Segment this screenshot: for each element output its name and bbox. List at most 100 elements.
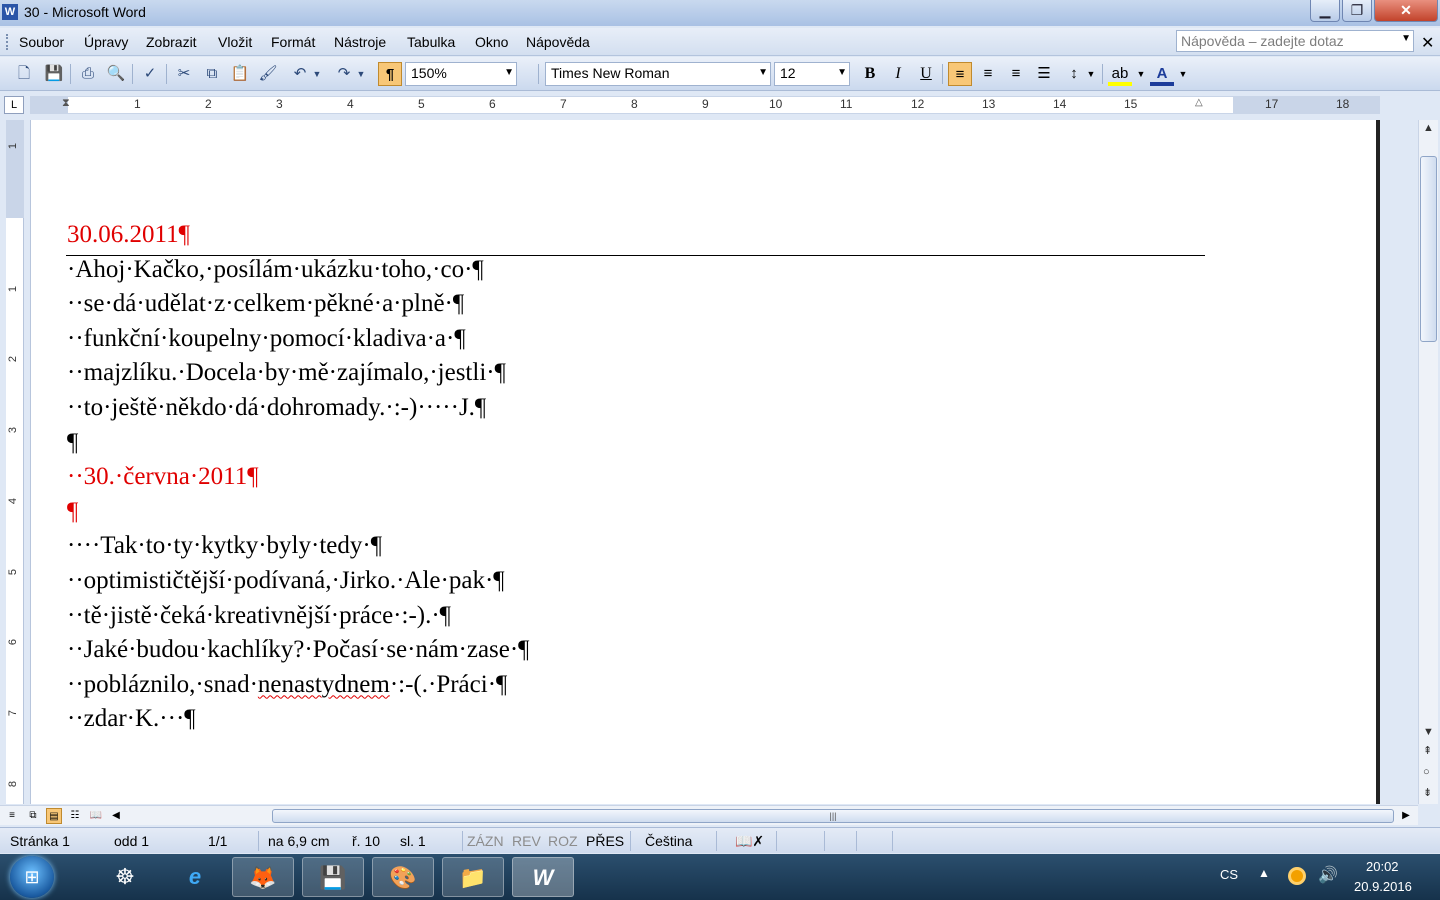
- redo-dropdown-icon[interactable]: ▼: [354, 62, 368, 86]
- text-line[interactable]: ··se·dá·udělat·z·celkem·pěkné·a·plně·¶: [67, 287, 1207, 322]
- new-document-icon[interactable]: 🗋: [12, 62, 36, 86]
- align-right-icon[interactable]: ≡: [1004, 62, 1028, 86]
- italic-button[interactable]: I: [886, 62, 910, 86]
- firefox-icon[interactable]: 🦊: [232, 857, 294, 897]
- copy-icon[interactable]: ⧉: [200, 62, 224, 86]
- highlight-icon[interactable]: ab: [1108, 62, 1132, 86]
- text-line[interactable]: ··majzlíku.·Docela·by·mě·zajímalo,·jestl…: [67, 356, 1207, 391]
- font-color-icon[interactable]: A: [1150, 62, 1174, 86]
- maximize-button[interactable]: ❐: [1342, 0, 1372, 22]
- right-indent-marker[interactable]: △: [1195, 97, 1203, 108]
- chevron-down-icon[interactable]: ▼: [837, 67, 847, 78]
- justify-icon[interactable]: ☰: [1032, 62, 1056, 86]
- web-layout-icon[interactable]: ⧉: [25, 808, 41, 824]
- file-explorer-icon[interactable]: 📁: [442, 857, 504, 897]
- scroll-right-icon[interactable]: ▶: [1398, 808, 1414, 824]
- paint-icon[interactable]: 🎨: [372, 857, 434, 897]
- text-line[interactable]: ·Ahoj·Kačko,·posílám·ukázku·toho,·co·¶: [67, 253, 1207, 288]
- menu-grip-icon[interactable]: [6, 34, 9, 50]
- reading-layout-icon[interactable]: 📖: [88, 808, 104, 824]
- print-icon[interactable]: ⎙: [76, 62, 100, 86]
- save-icon[interactable]: 💾: [42, 62, 66, 86]
- text-line[interactable]: ··zdar·K.···¶: [67, 702, 1207, 737]
- chevron-down-icon[interactable]: ▼: [504, 67, 514, 78]
- menu-okno[interactable]: Okno: [475, 34, 508, 50]
- align-center-icon[interactable]: ≡: [976, 62, 1000, 86]
- print-layout-icon[interactable]: ▤: [46, 808, 62, 824]
- document-subheading[interactable]: ··30.·června·2011¶: [67, 460, 1207, 495]
- undo-dropdown-icon[interactable]: ▼: [310, 62, 324, 86]
- menu-tabulka[interactable]: Tabulka: [407, 34, 455, 50]
- menu-napoveda[interactable]: Nápověda: [526, 34, 590, 50]
- line-spacing-icon[interactable]: ↕: [1062, 62, 1086, 86]
- text-line[interactable]: ··optimističtější·podívaná,·Jirko.·Ale·p…: [67, 564, 1207, 599]
- floppy-app-icon[interactable]: 💾: [302, 857, 364, 897]
- chevron-down-icon[interactable]: ▼: [758, 67, 768, 78]
- cut-icon[interactable]: ✂: [172, 62, 196, 86]
- scroll-up-icon[interactable]: ▲: [1423, 122, 1434, 134]
- menu-upravy[interactable]: Úpravy: [84, 34, 128, 50]
- font-size-select[interactable]: 12 ▼: [774, 62, 850, 86]
- next-page-icon[interactable]: ⇟: [1423, 786, 1432, 799]
- helm-app-icon[interactable]: ☸: [94, 857, 156, 897]
- empty-paragraph[interactable]: ¶: [67, 426, 1207, 461]
- font-color-dropdown-icon[interactable]: ▼: [1176, 62, 1190, 86]
- word-app-icon[interactable]: W: [2, 4, 18, 20]
- text-line[interactable]: ··tě·jistě·čeká·kreativnější·práce·:-).·…: [67, 599, 1207, 634]
- show-formatting-button[interactable]: ¶: [378, 62, 402, 86]
- document-page[interactable]: 30.06.2011¶ ·Ahoj·Kačko,·posílám·ukázku·…: [30, 120, 1380, 804]
- normal-view-icon[interactable]: ≡: [4, 808, 20, 824]
- word-taskbar-icon[interactable]: W: [512, 857, 574, 897]
- menu-vlozit[interactable]: Vložit: [218, 34, 252, 50]
- align-left-icon[interactable]: ≡: [948, 62, 972, 86]
- previous-page-icon[interactable]: ⇞: [1423, 744, 1432, 757]
- spelling-status-icon[interactable]: 📖✗: [735, 833, 764, 850]
- minimize-button[interactable]: ▁: [1310, 0, 1340, 22]
- input-language-indicator[interactable]: CS: [1220, 867, 1238, 882]
- close-button[interactable]: ✕: [1374, 0, 1438, 22]
- record-macro-indicator[interactable]: ZÁZN: [467, 833, 504, 849]
- vertical-scrollbar[interactable]: ▲ ▼ ⇞ ○ ⇟: [1418, 120, 1438, 804]
- text-line[interactable]: ····Tak·to·ty·kytky·byly·tedy·¶: [67, 529, 1207, 564]
- clock-date[interactable]: 20.9.2016: [1354, 879, 1412, 894]
- track-changes-indicator[interactable]: REV: [512, 833, 541, 849]
- browse-object-icon[interactable]: ○: [1423, 766, 1430, 778]
- empty-paragraph[interactable]: ¶: [67, 495, 1207, 530]
- text-line[interactable]: ··funkční·koupelny·pomocí·kladiva·a·¶: [67, 322, 1207, 357]
- internet-explorer-icon[interactable]: e: [164, 857, 226, 897]
- vertical-ruler[interactable]: 1 1 2 3 4 5 6 7 8: [6, 120, 24, 804]
- start-button[interactable]: ⊞: [10, 856, 54, 898]
- horizontal-scroll-thumb[interactable]: |||: [272, 809, 1394, 823]
- document-heading[interactable]: 30.06.2011¶: [67, 218, 1207, 253]
- extend-selection-indicator[interactable]: ROZ: [548, 833, 578, 849]
- scroll-down-icon[interactable]: ▼: [1423, 726, 1434, 738]
- line-spacing-dropdown-icon[interactable]: ▼: [1084, 62, 1098, 86]
- menu-format[interactable]: Formát: [271, 34, 315, 50]
- text-line[interactable]: ··to·ještě·někdo·dá·dohromady.·:-)·····J…: [67, 391, 1207, 426]
- redo-icon[interactable]: ↷: [332, 62, 356, 86]
- text-line[interactable]: ··pobláznilo,·snad·nenastydnem·:-(.·Prác…: [67, 668, 1207, 703]
- underline-button[interactable]: U: [914, 62, 938, 86]
- chevron-down-icon[interactable]: ▼: [1401, 33, 1411, 44]
- font-name-select[interactable]: Times New Roman ▼: [545, 62, 771, 86]
- status-language[interactable]: Čeština: [645, 833, 692, 849]
- tab-selector[interactable]: L: [4, 96, 24, 114]
- horizontal-ruler[interactable]: 1 2 3 4 5 6 7 8 9 10 11 12 13 14 15 △ 17…: [30, 96, 1380, 114]
- indent-marker[interactable]: ⧗: [62, 97, 70, 110]
- bold-button[interactable]: B: [858, 62, 882, 86]
- outline-view-icon[interactable]: ☷: [67, 808, 83, 824]
- misspelled-word[interactable]: nenastydnem: [258, 671, 390, 698]
- help-search-input[interactable]: Nápověda – zadejte dotaz ▼: [1176, 30, 1414, 52]
- zoom-select[interactable]: 150% ▼: [405, 62, 517, 86]
- text-line[interactable]: ··Jaké·budou·kachlíky?·Počasí·se·nám·zas…: [67, 633, 1207, 668]
- vertical-scroll-thumb[interactable]: [1420, 156, 1437, 342]
- menu-soubor[interactable]: Soubor: [19, 34, 64, 50]
- close-document-icon[interactable]: ✕: [1421, 33, 1434, 53]
- overtype-indicator[interactable]: PŘES: [586, 833, 624, 849]
- spelling-icon[interactable]: ✓: [138, 62, 162, 86]
- tray-app-icon[interactable]: [1288, 867, 1306, 885]
- menu-nastroje[interactable]: Nástroje: [334, 34, 386, 50]
- highlight-dropdown-icon[interactable]: ▼: [1134, 62, 1148, 86]
- print-preview-icon[interactable]: 🔍: [104, 62, 128, 86]
- scroll-left-icon[interactable]: ◀: [108, 808, 124, 824]
